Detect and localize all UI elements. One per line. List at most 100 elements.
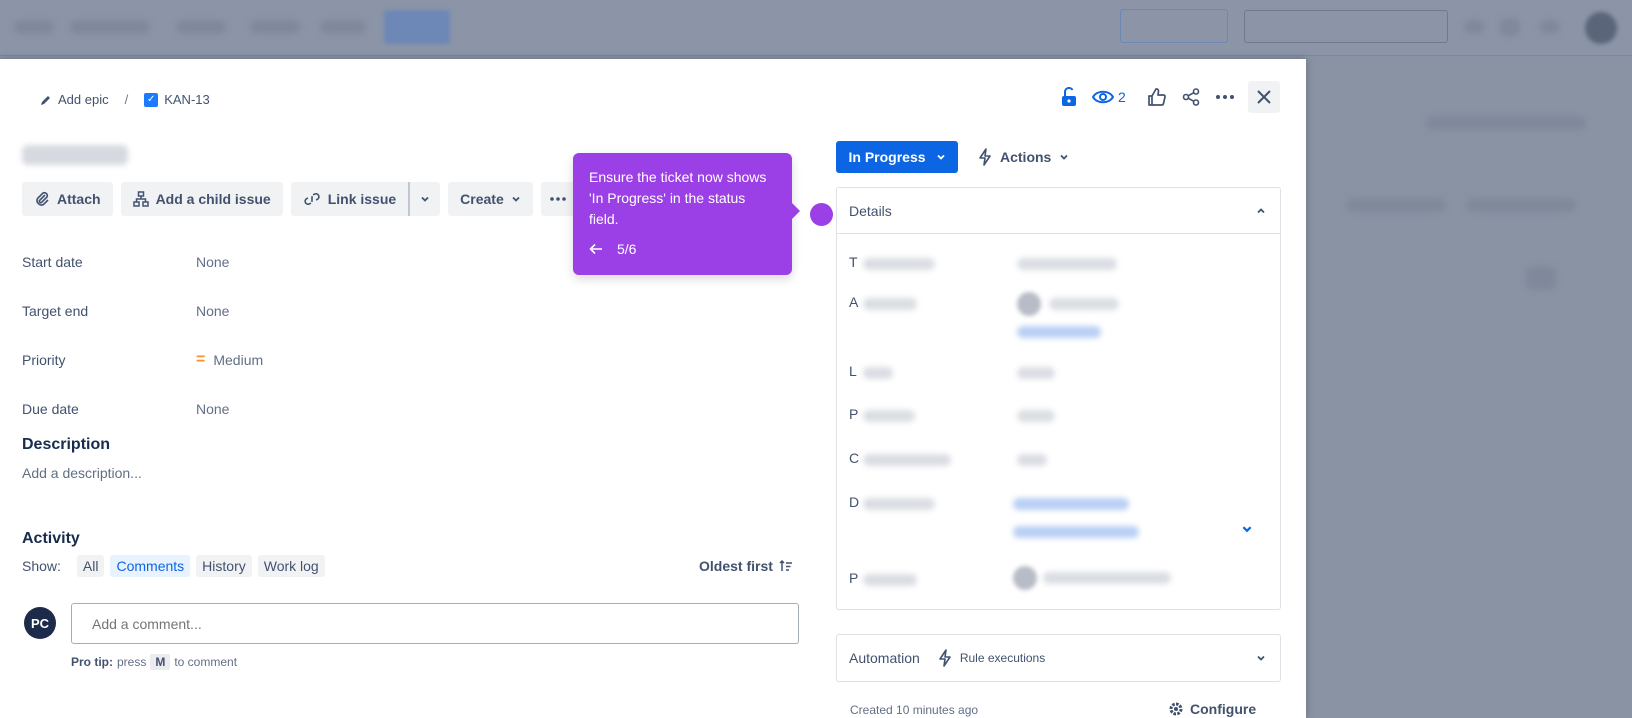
background-board — [1306, 60, 1632, 718]
thumbs-up-icon — [1147, 88, 1166, 106]
redacted-avatar — [1013, 566, 1037, 590]
priority-medium-icon: = — [196, 350, 206, 368]
detail-label: D — [849, 494, 860, 510]
more-horizontal-icon — [1215, 95, 1234, 99]
tooltip-step: 5/6 — [617, 241, 637, 257]
more-options-button[interactable] — [1214, 86, 1236, 108]
watch-button[interactable]: 2 — [1092, 89, 1126, 105]
automation-panel[interactable]: Automation Rule executions — [836, 634, 1281, 682]
automation-label: Automation — [849, 650, 920, 666]
detail-development: D — [849, 492, 863, 512]
details-header[interactable]: Details — [837, 188, 1280, 234]
chevron-down-icon — [936, 152, 946, 162]
issue-toolbar: Attach Add a child issue Link issue Crea… — [22, 182, 575, 216]
redacted-value — [1017, 258, 1117, 270]
add-epic-link[interactable]: Add epic — [40, 92, 109, 107]
more-actions-button[interactable] — [540, 182, 575, 216]
redacted-value — [1049, 298, 1119, 310]
redacted-label — [863, 258, 935, 270]
tooltip-message: Ensure the ticket now shows 'In Progress… — [589, 169, 767, 227]
pro-tip: Pro tip: press M to comment — [71, 654, 237, 670]
chevron-down-icon — [1256, 653, 1266, 663]
link-issue-split-button: Link issue — [290, 182, 441, 216]
detail-time-tracking: T — [849, 252, 863, 272]
more-horizontal-icon — [549, 197, 566, 201]
field-value[interactable]: None — [196, 401, 229, 417]
bg-blur — [1526, 266, 1556, 290]
detail-labels: L — [849, 361, 863, 381]
bg-icon — [1500, 18, 1520, 36]
detail-assignee: A — [849, 292, 863, 312]
back-arrow-icon[interactable] — [589, 243, 603, 255]
guide-tooltip: Ensure the ticket now shows 'In Progress… — [573, 153, 800, 275]
details-panel: Details T A L P C D P — [836, 187, 1281, 610]
redacted-label — [863, 298, 917, 310]
protip-key: M — [150, 654, 171, 670]
bg-nav-item — [14, 20, 54, 34]
chevron-down-icon[interactable] — [1241, 523, 1253, 535]
link-icon — [303, 191, 321, 207]
issue-key-label: KAN-13 — [164, 92, 210, 107]
detail-label: C — [849, 450, 860, 466]
field-label: Target end — [22, 302, 89, 319]
create-button[interactable]: Create — [448, 182, 533, 216]
filter-history[interactable]: History — [196, 555, 252, 577]
issue-key-link[interactable]: ✓ KAN-13 — [144, 92, 210, 107]
configure-button[interactable]: Configure — [1168, 701, 1256, 717]
description-editor[interactable]: Add a description... — [22, 465, 142, 481]
close-icon — [1256, 89, 1272, 105]
field-start-date: Start date None — [22, 237, 562, 286]
issue-title-redacted — [22, 145, 128, 165]
add-child-issue-button[interactable]: Add a child issue — [120, 182, 283, 216]
create-label: Create — [460, 191, 504, 207]
bg-create-button — [1120, 9, 1228, 43]
tooltip-arrow — [792, 203, 800, 219]
chevron-down-icon — [511, 194, 521, 204]
redacted-value — [1017, 367, 1055, 379]
protip-press: press — [117, 655, 147, 669]
filter-comments[interactable]: Comments — [110, 555, 191, 577]
details-heading: Details — [849, 202, 892, 219]
actions-button[interactable]: Actions — [978, 141, 1069, 173]
close-button[interactable] — [1247, 81, 1280, 113]
bg-nav-item — [250, 20, 300, 34]
detail-label: P — [849, 570, 859, 586]
status-dropdown-button[interactable]: In Progress — [836, 141, 958, 173]
link-issue-label: Link issue — [327, 191, 397, 207]
bg-blur — [1346, 198, 1446, 212]
field-due-date: Due date None — [22, 384, 562, 433]
bg-nav-item — [176, 20, 226, 34]
chevron-up-icon — [1256, 206, 1266, 216]
filter-all[interactable]: All — [76, 555, 105, 577]
field-value[interactable]: None — [196, 303, 229, 319]
activity-filters: Show: All Comments History Work log — [22, 555, 325, 577]
issue-fields: Start date None Target end None Priority… — [22, 237, 562, 433]
priority-value[interactable]: = Medium — [196, 351, 263, 369]
filter-work-log[interactable]: Work log — [257, 555, 325, 577]
redacted-avatar — [1017, 292, 1041, 316]
lightning-icon — [938, 648, 952, 668]
bg-avatar — [1585, 12, 1617, 44]
link-issue-button[interactable]: Link issue — [290, 182, 411, 216]
redacted-link — [1017, 326, 1101, 338]
background-topbar — [0, 0, 1632, 56]
detail-label: A — [849, 294, 859, 310]
field-label: Due date — [22, 400, 79, 417]
comment-input[interactable] — [71, 603, 799, 644]
attach-button[interactable]: Attach — [22, 182, 113, 216]
restrictions-button[interactable] — [1058, 86, 1080, 108]
status-label: In Progress — [848, 149, 926, 165]
show-label: Show: — [22, 558, 61, 574]
field-target-end: Target end None — [22, 286, 562, 335]
field-value[interactable]: None — [196, 254, 229, 270]
detail-label: L — [849, 363, 857, 379]
sort-oldest-first-button[interactable]: Oldest first — [699, 558, 793, 574]
vote-button[interactable] — [1146, 86, 1168, 108]
link-issue-dropdown[interactable] — [410, 182, 441, 216]
protip-suffix: to comment — [174, 655, 238, 669]
redacted-label — [863, 574, 917, 586]
unlock-icon — [1061, 87, 1077, 107]
detail-components: C — [849, 448, 863, 468]
share-button[interactable] — [1180, 86, 1202, 108]
add-epic-label: Add epic — [58, 92, 109, 107]
